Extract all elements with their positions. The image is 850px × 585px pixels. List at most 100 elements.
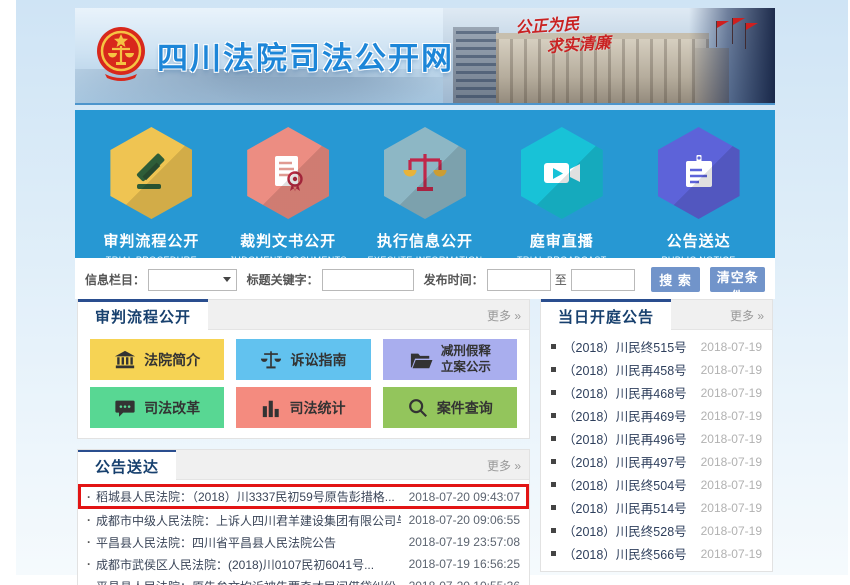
notice-title[interactable]: 成都市武侯区人民法院：(2018)川0107民初6041号... bbox=[96, 556, 374, 573]
case-number[interactable]: （2018）川民终566号 bbox=[563, 544, 687, 563]
session-date: 2018-07-19 bbox=[695, 501, 762, 515]
notice-list: · 稻城县人民法院：（2018）川3337民初59号原告彭措格... 2018-… bbox=[78, 480, 529, 585]
session-date: 2018-07-19 bbox=[695, 363, 762, 377]
court-intro-button[interactable]: 法院简介 bbox=[90, 339, 224, 380]
tab-court-sessions[interactable]: 当日开庭公告 bbox=[541, 299, 671, 330]
bullet-icon: · bbox=[87, 513, 91, 527]
red-flag-icon bbox=[717, 21, 729, 28]
tile-trial-procedure[interactable]: 审判流程公开 TRIAL PROCEDURE bbox=[87, 110, 215, 265]
scales-icon bbox=[260, 349, 282, 371]
more-link[interactable]: 更多 » bbox=[730, 300, 764, 330]
case-number[interactable]: （2018）川民再496号 bbox=[563, 429, 687, 448]
litigation-guide-button[interactable]: 诉讼指南 bbox=[236, 339, 370, 380]
square-bullet-icon bbox=[551, 413, 556, 418]
search-button[interactable]: 搜 索 bbox=[651, 267, 701, 292]
document-seal-icon bbox=[247, 127, 329, 219]
site-banner: 四川法院司法公开网 公正为民 求实清廉 bbox=[75, 8, 775, 105]
more-link[interactable]: 更多 » bbox=[487, 300, 521, 330]
case-number[interactable]: （2018）川民再468号 bbox=[563, 383, 687, 402]
bar-chart-icon bbox=[261, 397, 281, 419]
folder-icon bbox=[409, 349, 433, 371]
video-camera-icon bbox=[521, 127, 603, 219]
judicial-reform-button[interactable]: 司法改革 bbox=[90, 387, 224, 428]
notice-date: 2018-07-19 23:57:08 bbox=[401, 535, 520, 549]
calligraphy-slogan: 公正为民 求实清廉 bbox=[515, 11, 612, 59]
scales-icon bbox=[384, 127, 466, 219]
bullet-icon: · bbox=[87, 579, 91, 585]
court-session-item[interactable]: （2018）川民终528号 2018-07-19 bbox=[541, 519, 772, 542]
session-date: 2018-07-19 bbox=[695, 409, 762, 423]
column-select[interactable] bbox=[148, 269, 237, 291]
red-flag-icon bbox=[746, 23, 758, 30]
case-query-button[interactable]: 案件查询 bbox=[383, 387, 517, 428]
date-to-input[interactable] bbox=[571, 269, 635, 291]
court-session-item[interactable]: （2018）川民再497号 2018-07-19 bbox=[541, 450, 772, 473]
judicial-statistics-button[interactable]: 司法统计 bbox=[236, 387, 370, 428]
main-area: 审判流程公开 更多 » 法院简介 bbox=[75, 299, 775, 585]
session-date: 2018-07-19 bbox=[695, 478, 762, 492]
chevron-down-icon bbox=[223, 277, 231, 282]
court-session-item[interactable]: （2018）川民终566号 2018-07-19 bbox=[541, 542, 772, 565]
notice-list-item[interactable]: · 稻城县人民法院：（2018）川3337民初59号原告彭措格... 2018-… bbox=[78, 484, 529, 509]
clear-button[interactable]: 清空条件 bbox=[710, 267, 765, 292]
page: 四川法院司法公开网 公正为民 求实清廉 bbox=[0, 0, 850, 585]
court-session-item[interactable]: （2018）川民再469号 2018-07-19 bbox=[541, 404, 772, 427]
square-bullet-icon bbox=[551, 459, 556, 464]
column-label: 信息栏目： bbox=[85, 271, 145, 288]
more-link[interactable]: 更多 » bbox=[487, 450, 521, 480]
notice-board-icon bbox=[658, 127, 740, 219]
gavel-icon bbox=[110, 127, 192, 219]
square-bullet-icon bbox=[551, 505, 556, 510]
notice-title[interactable]: 平昌县人民法院：四川省平昌县人民法院公告 bbox=[96, 534, 336, 551]
court-session-item[interactable]: （2018）川民终515号 2018-07-19 bbox=[541, 335, 772, 358]
tile-execute-information[interactable]: 执行信息公开 EXECUTE INFORMATION bbox=[361, 110, 489, 265]
session-date: 2018-07-19 bbox=[695, 386, 762, 400]
court-session-item[interactable]: （2018）川民终504号 2018-07-19 bbox=[541, 473, 772, 496]
notice-list-item[interactable]: · 成都市中级人民法院：上诉人四川君羊建设集团有限公司与被上诉... 2018-… bbox=[78, 509, 529, 531]
square-bullet-icon bbox=[551, 344, 556, 349]
session-date: 2018-07-19 bbox=[695, 455, 762, 469]
parole-filing-button[interactable]: 减刑假释立案公示 bbox=[383, 339, 517, 380]
session-date: 2018-07-19 bbox=[695, 547, 762, 561]
tile-trial-broadcast[interactable]: 庭审直播 TRIAL BROADCAST bbox=[498, 110, 626, 265]
trial-procedure-panel: 审判流程公开 更多 » 法院简介 bbox=[77, 299, 530, 439]
left-column: 审判流程公开 更多 » 法院简介 bbox=[77, 299, 530, 585]
red-flag-icon bbox=[733, 18, 745, 25]
court-session-item[interactable]: （2018）川民再458号 2018-07-19 bbox=[541, 358, 772, 381]
tab-trial-procedure[interactable]: 审判流程公开 bbox=[78, 299, 208, 330]
square-bullet-icon bbox=[551, 367, 556, 372]
notice-delivery-panel: 公告送达 更多 » · 稻城县人民法院：（2018）川3337民初59号原告彭措… bbox=[77, 449, 530, 585]
notice-title[interactable]: 平昌县人民法院：原告牟文均诉被告覃奇才民间借贷纠纷一案民事... bbox=[96, 578, 401, 585]
case-number[interactable]: （2018）川民再514号 bbox=[563, 498, 687, 517]
case-number[interactable]: （2018）川民终504号 bbox=[563, 475, 687, 494]
case-number[interactable]: （2018）川民再458号 bbox=[563, 360, 687, 379]
court-session-item[interactable]: （2018）川民再514号 2018-07-19 bbox=[541, 496, 772, 519]
notice-title[interactable]: 成都市中级人民法院：上诉人四川君羊建设集团有限公司与被上诉... bbox=[96, 512, 401, 529]
keyword-label: 标题关键字： bbox=[247, 271, 319, 288]
notice-title[interactable]: 稻城县人民法院：（2018）川3337民初59号原告彭措格... bbox=[96, 488, 395, 505]
court-emblem-icon bbox=[95, 24, 147, 87]
court-session-item[interactable]: （2018）川民再468号 2018-07-19 bbox=[541, 381, 772, 404]
notice-list-item[interactable]: · 平昌县人民法院：原告牟文均诉被告覃奇才民间借贷纠纷一案民事... 2018-… bbox=[78, 575, 529, 585]
tile-public-notice[interactable]: 公告送达 PUBLIC NOTICE bbox=[635, 110, 763, 265]
tab-public-notice[interactable]: 公告送达 bbox=[78, 449, 176, 480]
banner-photo: 公正为民 求实清廉 bbox=[443, 8, 775, 103]
panel-header: 审判流程公开 更多 » bbox=[78, 300, 529, 330]
to-label: 至 bbox=[555, 271, 567, 288]
case-number[interactable]: （2018）川民终515号 bbox=[563, 337, 687, 356]
court-session-item[interactable]: （2018）川民再496号 2018-07-19 bbox=[541, 427, 772, 450]
notice-list-item[interactable]: · 平昌县人民法院：四川省平昌县人民法院公告 2018-07-19 23:57:… bbox=[78, 531, 529, 553]
case-number[interactable]: （2018）川民再469号 bbox=[563, 406, 687, 425]
tile-judgment-documents[interactable]: 裁判文书公开 JUDGMENT DOCUMENTS bbox=[224, 110, 352, 265]
date-from-input[interactable] bbox=[487, 269, 551, 291]
notice-list-item[interactable]: · 成都市武侯区人民法院：(2018)川0107民初6041号... 2018-… bbox=[78, 553, 529, 575]
square-bullet-icon bbox=[551, 482, 556, 487]
feature-buttons: 法院简介 诉讼指南 bbox=[78, 330, 529, 438]
courthouse-icon bbox=[114, 349, 136, 371]
bullet-icon: · bbox=[87, 535, 91, 549]
keyword-input[interactable] bbox=[322, 269, 414, 291]
panel-header: 当日开庭公告 更多 » bbox=[541, 300, 772, 330]
case-number[interactable]: （2018）川民终528号 bbox=[563, 521, 687, 540]
case-number[interactable]: （2018）川民再497号 bbox=[563, 452, 687, 471]
building-tower bbox=[453, 27, 499, 103]
